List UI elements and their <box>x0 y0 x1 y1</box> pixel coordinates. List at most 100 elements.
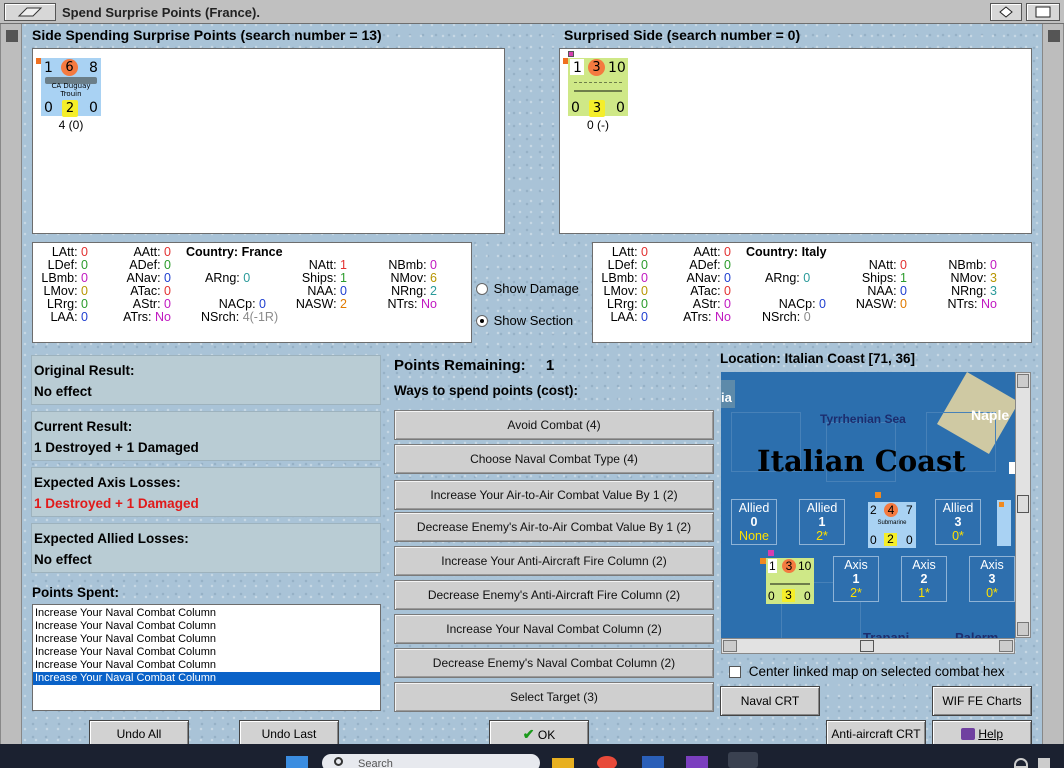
counter-value: 3 <box>589 100 605 117</box>
original-result-panel: Original Result: No effect <box>31 355 381 405</box>
axis-column-3[interactable]: Axis 3 0* <box>969 556 1015 602</box>
show-section-option[interactable]: Show Section <box>476 313 573 328</box>
allied-column-3[interactable]: Allied 3 0* <box>935 499 981 545</box>
select-target-button[interactable]: Select Target (3) <box>394 682 714 712</box>
linked-map[interactable]: ia Tyrrhenian Sea Naple Italian Coast Al… <box>721 372 1015 638</box>
stat-value: 0 <box>900 297 907 311</box>
right-stats-panel: LAtt: 0 LDef: 0 LBmb: 0 LMov: 0 LRrg: 0 … <box>592 242 1032 343</box>
stat-label: Ships: <box>861 271 897 285</box>
nsrch-stat: NSrch: 0 <box>762 311 811 324</box>
stat-label: LDef: <box>607 258 638 272</box>
unit-counter-ca-duguay-trouin[interactable]: 1 6 8 CA Duguay Trouin 0 2 0 <box>41 58 101 117</box>
center-map-label: Center linked map on selected combat hex <box>748 664 1005 679</box>
map-horizontal-scrollbar[interactable] <box>721 638 1015 654</box>
stat-label: LDef: <box>47 258 78 272</box>
stat-value: 0 <box>81 245 88 259</box>
system-menu-button[interactable] <box>4 3 56 21</box>
start-icon[interactable] <box>286 756 308 768</box>
left-side-heading: Side Spending Surprise Points (search nu… <box>32 27 382 43</box>
scroll-left-icon[interactable] <box>723 640 737 652</box>
increase-anti-aircraft-button[interactable]: Increase Your Anti-Aircraft Fire Column … <box>394 546 714 576</box>
stat-value: 0 <box>340 284 347 298</box>
allied-label: Allied <box>738 501 770 515</box>
wif-fe-charts-button[interactable]: WIF FE Charts <box>932 686 1032 716</box>
wifi-icon[interactable] <box>1014 758 1028 768</box>
stat-value: 1 <box>900 271 907 285</box>
stat-label: NACp: <box>778 297 816 311</box>
scroll-right-icon[interactable] <box>999 640 1013 652</box>
decrease-enemy-air-to-air-button[interactable]: Decrease Enemy's Air-to-Air Combat Value… <box>394 512 714 542</box>
list-item[interactable]: Increase Your Naval Combat Column <box>33 607 380 620</box>
allied-number: 0 <box>750 515 758 529</box>
right-counter-panel: 1 3 10 0 3 0 0 (-) <box>559 48 1032 234</box>
allied-column-0[interactable]: Allied 0 None <box>731 499 777 545</box>
scroll-down-icon[interactable] <box>1017 622 1029 636</box>
stat-label: LRrg: <box>46 297 78 311</box>
stat-value: 0 <box>641 297 648 311</box>
list-item[interactable]: Increase Your Naval Combat Column <box>33 659 380 672</box>
points-spent-list[interactable]: Increase Your Naval Combat Column Increa… <box>32 604 381 711</box>
increase-air-to-air-button[interactable]: Increase Your Air-to-Air Combat Value By… <box>394 480 714 510</box>
show-damage-option[interactable]: Show Damage <box>476 281 579 296</box>
file-explorer-icon[interactable] <box>552 758 574 768</box>
avoid-combat-button[interactable]: Avoid Combat (4) <box>394 410 714 440</box>
counter-value: 0 <box>44 100 53 116</box>
stat-label: LMov: <box>43 284 78 298</box>
list-item[interactable]: Increase Your Naval Combat Column <box>33 646 380 659</box>
scroll-thumb[interactable] <box>860 640 874 652</box>
counter-value: 3 <box>782 589 795 602</box>
volume-icon[interactable] <box>1038 758 1050 768</box>
list-item[interactable]: Increase Your Naval Combat Column <box>33 620 380 633</box>
stat-label: NAA: <box>867 284 897 298</box>
unit-counter-italy[interactable]: 1 3 10 0 3 0 <box>568 58 628 117</box>
scroll-up-icon[interactable] <box>1017 374 1029 388</box>
counter-value: 10 <box>798 559 812 573</box>
stat-value: 0 <box>259 297 266 311</box>
chrome-icon[interactable] <box>597 756 617 768</box>
word-icon[interactable] <box>642 756 664 768</box>
list-item[interactable]: Increase Your Naval Combat Column <box>33 633 380 646</box>
stat-label: LAtt: <box>611 245 638 259</box>
stat-value: No <box>155 310 171 324</box>
list-item-selected[interactable]: Increase Your Naval Combat Column <box>33 672 380 685</box>
search-box[interactable]: Search <box>322 754 540 768</box>
maximize-button[interactable] <box>1026 3 1060 21</box>
country-value: Italy <box>801 245 827 259</box>
choose-naval-combat-type-button[interactable]: Choose Naval Combat Type (4) <box>394 444 714 474</box>
counter-value: 0 <box>906 533 913 547</box>
decrease-enemy-naval-combat-button[interactable]: Decrease Enemy's Naval Combat Column (2) <box>394 648 714 678</box>
stat-value: 0 <box>724 258 731 272</box>
scroll-thumb[interactable] <box>1017 495 1029 513</box>
submarine-counter[interactable]: 2 4 7 Submarine 0 2 0 <box>868 502 916 548</box>
stat-value: 0 <box>641 245 648 259</box>
stat-value: 0 <box>164 284 171 298</box>
counter-value: 1 <box>44 60 53 76</box>
stat-value: 0 <box>164 245 171 259</box>
app-icon[interactable] <box>686 756 708 768</box>
nsrch-stat: NSrch: 4(-1R) <box>201 311 278 324</box>
axis-losses-label: Expected Axis Losses: <box>34 475 181 490</box>
axis-losses-value: 1 Destroyed + 1 Damaged <box>34 496 199 511</box>
counter-value: 8 <box>89 60 98 76</box>
active-app-icon[interactable] <box>728 752 758 768</box>
minimize-button[interactable] <box>990 3 1022 21</box>
stat-value: 0 <box>724 297 731 311</box>
stat-label: ARng: <box>205 271 240 285</box>
increase-naval-combat-button[interactable]: Increase Your Naval Combat Column (2) <box>394 614 714 644</box>
axis-value: 0* <box>986 586 998 600</box>
center-map-option[interactable]: Center linked map on selected combat hex <box>729 664 1005 679</box>
stat-label: NASW: <box>295 297 337 311</box>
stat-label: LBmb: <box>601 271 638 285</box>
axis-column-1[interactable]: Axis 1 2* <box>833 556 879 602</box>
naval-crt-button[interactable]: Naval CRT <box>720 686 820 716</box>
stat-label: NBmb: <box>388 258 427 272</box>
frame-corner-icon <box>6 30 18 42</box>
stat-value: 0 <box>641 284 648 298</box>
stat-value: No <box>981 297 997 311</box>
stat-label: NRng: <box>391 284 427 298</box>
decrease-enemy-anti-aircraft-button[interactable]: Decrease Enemy's Anti-Aircraft Fire Colu… <box>394 580 714 610</box>
allied-column-1[interactable]: Allied 1 2* <box>799 499 845 545</box>
italian-ship-counter[interactable]: 1 3 10 0 3 0 <box>766 558 814 604</box>
map-vertical-scrollbar[interactable] <box>1015 372 1031 638</box>
axis-column-2[interactable]: Axis 2 1* <box>901 556 947 602</box>
